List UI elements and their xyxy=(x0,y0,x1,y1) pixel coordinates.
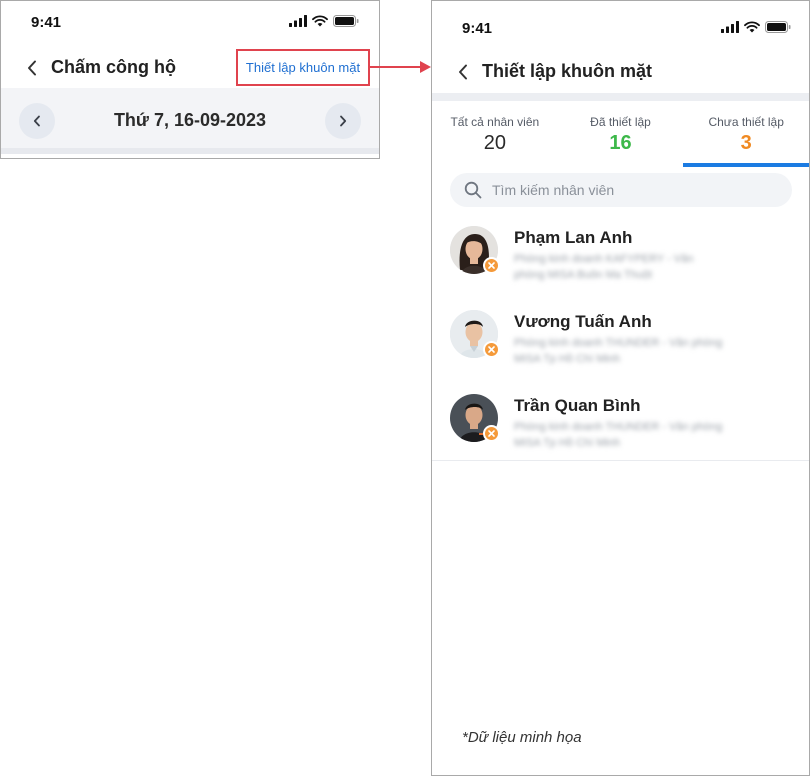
employee-department: Phòng kinh doanh THUNDER - Văn phòng MIS… xyxy=(514,337,723,365)
date-selector: Thứ 7, 16-09-2023 xyxy=(1,88,379,154)
tab-label: Tất cả nhân viên xyxy=(450,115,540,129)
status-bar: 9:41 xyxy=(1,1,379,45)
tab-count: 20 xyxy=(483,132,506,154)
tab-label: Chưa thiết lập xyxy=(708,115,784,129)
signal-icon xyxy=(289,15,307,27)
date-label: Thứ 7, 16-09-2023 xyxy=(113,110,267,130)
wifi-icon xyxy=(744,21,760,33)
status-time: 9:41 xyxy=(31,14,62,31)
employee-name: Vương Tuấn Anh xyxy=(514,312,652,331)
search-icon xyxy=(464,181,482,199)
not-setup-x-icon xyxy=(483,257,500,274)
status-time: 9:41 xyxy=(462,20,493,37)
employee-department: Phòng kinh doanh THUNDER - Văn phòng MIS… xyxy=(514,421,723,449)
list-item[interactable]: Phạm Lan Anh Phòng kinh doanh KAFYPERY -… xyxy=(432,209,809,293)
tab-all-employees[interactable]: Tất cả nhân viên 20 xyxy=(432,101,558,167)
not-setup-x-icon xyxy=(483,425,500,442)
footnote: *Dữ liệu minh họa xyxy=(462,729,582,746)
connector-arrow xyxy=(370,61,431,73)
attendance-screen: 9:41 Chấm công hộ Thiết lập khuôn mặt Th… xyxy=(0,0,380,159)
status-icons xyxy=(721,21,791,33)
search-bar xyxy=(450,173,792,207)
not-setup-x-icon xyxy=(483,341,500,358)
battery-icon xyxy=(765,21,791,33)
nav-bar: Thiết lập khuôn mặt xyxy=(432,58,809,86)
battery-icon xyxy=(333,15,359,27)
tab-not-set-up[interactable]: Chưa thiết lập 3 xyxy=(683,101,809,167)
tab-count: 3 xyxy=(740,132,752,154)
back-chevron-icon[interactable] xyxy=(21,57,43,79)
signal-icon xyxy=(721,21,739,33)
tab-set-up[interactable]: Đã thiết lập 16 xyxy=(558,101,684,167)
status-bar: 9:41 xyxy=(432,1,809,45)
next-date-button[interactable] xyxy=(325,103,361,139)
face-setup-screen: 9:41 Thiết lập khuôn mặt Tất cả nhân viê… xyxy=(431,0,810,776)
list-item[interactable]: Vương Tuấn Anh Phòng kinh doanh THUNDER … xyxy=(432,293,809,377)
status-icons xyxy=(289,15,359,27)
search-input[interactable] xyxy=(492,182,792,198)
wifi-icon xyxy=(312,15,328,27)
status-tabs: Tất cả nhân viên 20 Đã thiết lập 16 Chưa… xyxy=(432,101,809,167)
tab-label: Đã thiết lập xyxy=(590,115,651,129)
section-divider xyxy=(432,93,809,101)
list-item[interactable]: Trần Quan Bình Phòng kinh doanh THUNDER … xyxy=(432,377,809,461)
page-title: Thiết lập khuôn mặt xyxy=(482,61,653,81)
page-title: Chấm công hộ xyxy=(51,57,176,77)
face-setup-link[interactable]: Thiết lập khuôn mặt xyxy=(236,49,370,86)
chevron-right-icon xyxy=(340,115,347,127)
employee-name: Trần Quan Bình xyxy=(514,396,641,415)
employee-department: Phòng kinh doanh KAFYPERY - Văn phòng MI… xyxy=(514,253,694,281)
employee-name: Phạm Lan Anh xyxy=(514,228,633,247)
back-chevron-icon[interactable] xyxy=(452,61,474,83)
employee-list: Phạm Lan Anh Phòng kinh doanh KAFYPERY -… xyxy=(432,209,809,461)
tab-count: 16 xyxy=(609,132,632,154)
